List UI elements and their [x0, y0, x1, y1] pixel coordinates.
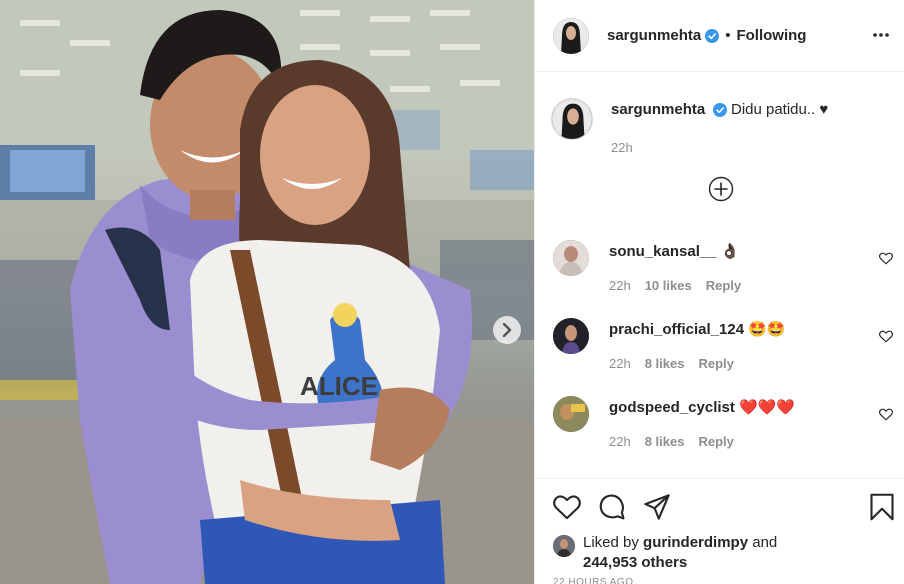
commenter-avatar[interactable] — [553, 396, 589, 432]
liked-by-prefix: Liked by — [583, 534, 639, 551]
save-button[interactable] — [869, 493, 895, 524]
comment-likes[interactable]: 8 likes — [645, 434, 685, 449]
comment-item: sonu_kansal__ 👌🏿 22h 10 likes Reply — [553, 240, 893, 293]
commenter-avatar[interactable] — [553, 318, 589, 354]
post-header: sargunmehta • Following — [535, 0, 904, 72]
author-username[interactable]: sargunmehta — [607, 27, 701, 44]
post-caption: sargunmehta Didu patidu.. ♥ 22h — [535, 72, 904, 155]
like-icon — [553, 495, 581, 520]
comment-time[interactable]: 22h — [609, 356, 631, 371]
comment-icon — [599, 494, 625, 520]
verified-badge-icon — [705, 28, 720, 43]
caption-text: Didu patidu.. ♥ — [730, 101, 829, 118]
share-button[interactable] — [643, 493, 671, 521]
photo-illustration: ALICE — [0, 0, 534, 584]
liker-avatar[interactable] — [553, 535, 575, 557]
verified-badge-icon — [713, 103, 728, 118]
comment-likes[interactable]: 10 likes — [645, 278, 692, 293]
post-actions: Liked by gurinderdimpy and 244,953 other… — [535, 478, 904, 584]
posted-time[interactable]: 22 HOURS AGO — [535, 573, 904, 584]
liked-by-user[interactable]: gurinderdimpy — [643, 534, 748, 551]
comment-item: godspeed_cyclist ❤️❤️❤️ 22h 8 likes Repl… — [553, 396, 893, 449]
caption-author-avatar[interactable] — [551, 98, 593, 140]
comment-like-icon[interactable] — [879, 330, 893, 343]
like-button[interactable] — [553, 494, 581, 520]
header-separator: • — [725, 27, 731, 44]
next-photo-button[interactable] — [493, 316, 521, 344]
commenter-avatar[interactable] — [553, 240, 589, 276]
post-side-panel: sargunmehta • Following sargunmehta Didu… — [534, 0, 904, 584]
reply-button[interactable]: Reply — [706, 278, 741, 293]
comment-text: 👌🏿 — [720, 243, 740, 260]
comment-text: 🤩🤩 — [748, 321, 786, 338]
next-photo-icon — [502, 323, 512, 337]
save-icon — [870, 493, 894, 521]
comment-time[interactable]: 22h — [609, 434, 631, 449]
load-more-comments-icon[interactable] — [708, 176, 734, 202]
commenter-username[interactable]: prachi_official_124 — [609, 321, 744, 338]
comment-like-icon[interactable] — [879, 408, 893, 421]
commenter-username[interactable]: godspeed_cyclist — [609, 399, 735, 416]
liked-by-connector: and — [752, 534, 778, 551]
likes-summary: Liked by gurinderdimpy and 244,953 other… — [535, 521, 904, 573]
caption-time[interactable]: 22h — [611, 140, 828, 155]
comment-item: prachi_official_124 🤩🤩 22h 8 likes Reply — [553, 318, 893, 371]
share-icon — [644, 494, 670, 520]
author-avatar[interactable] — [553, 17, 589, 54]
comment-text: ❤️❤️❤️ — [739, 399, 796, 416]
svg-text:ALICE: ALICE — [300, 371, 378, 401]
following-button[interactable]: Following — [736, 27, 806, 44]
comment-time[interactable]: 22h — [609, 278, 631, 293]
liked-by-others[interactable]: 244,953 others — [583, 554, 687, 571]
post-photo[interactable]: ALICE — [0, 0, 534, 584]
caption-username[interactable]: sargunmehta — [611, 101, 705, 118]
commenter-username[interactable]: sonu_kansal__ — [609, 243, 717, 260]
more-options-icon[interactable] — [872, 26, 890, 44]
comment-like-icon[interactable] — [879, 252, 893, 265]
comment-button[interactable] — [598, 493, 626, 521]
comment-likes[interactable]: 8 likes — [645, 356, 685, 371]
reply-button[interactable]: Reply — [698, 434, 733, 449]
reply-button[interactable]: Reply — [698, 356, 733, 371]
